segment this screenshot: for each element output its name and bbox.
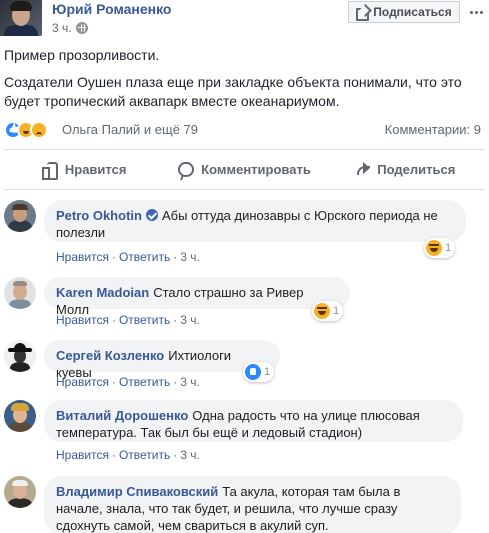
post-time[interactable]: 3 ч. (52, 21, 72, 35)
commenter-avatar[interactable] (4, 200, 36, 232)
comment-actions: Нравится · Ответить · 3 ч. (56, 250, 200, 264)
comment-actions: Нравится · Ответить · 3 ч. (56, 313, 200, 327)
reaction-icons[interactable] (4, 121, 48, 139)
comment-bubble: Владимир Спиваковский Та акула, которая т… (44, 476, 461, 533)
commenter-avatar[interactable] (4, 400, 36, 432)
comment-time[interactable]: 3 ч. (180, 375, 200, 389)
comment-author[interactable]: Виталий Дорошенко (56, 408, 188, 423)
share-icon (354, 162, 371, 176)
commenter-avatar[interactable] (4, 476, 36, 508)
thumbs-up-icon (41, 161, 58, 180)
comment-author[interactable]: Karen Madoian (56, 285, 149, 300)
subscribe-button[interactable]: Подписаться (348, 1, 460, 23)
reaction-count: 1 (445, 242, 452, 254)
reaction-count: 1 (333, 305, 340, 317)
globe-icon (75, 22, 88, 34)
comment-bubble: Petro Okhotin Абы оттуда динозавры с Юрск… (44, 200, 466, 242)
comment-reply-link[interactable]: Ответить (119, 448, 170, 462)
like-button[interactable]: Нравится (4, 152, 164, 186)
more-options-icon[interactable] (467, 4, 485, 20)
post-text: Пример прозорливости. Создатели Оушен пл… (4, 46, 484, 119)
comment-count[interactable]: Комментарии: 9 (385, 122, 481, 137)
post-text-line-2: Создатели Оушен плаза еще при закладке о… (4, 74, 462, 109)
comment-author[interactable]: Petro Okhotin (56, 208, 142, 223)
comment-like-link[interactable]: Нравится (56, 313, 109, 327)
commenter-avatar[interactable] (4, 340, 36, 372)
reactions-summary: Ольга Палий и ещё 79 Комментарии: 9 (4, 121, 485, 139)
comment-actions: Нравится · Ответить · 3 ч. (56, 375, 200, 389)
comment-icon (178, 161, 195, 177)
subscribe-icon (356, 7, 370, 21)
comment-time[interactable]: 3 ч. (180, 250, 200, 264)
sad-reaction-icon (30, 121, 48, 139)
comment-reply-link[interactable]: Ответить (119, 313, 170, 327)
like-reaction-icon (245, 364, 261, 380)
share-label: Поделиться (377, 161, 456, 177)
subscribe-label: Подписаться (373, 5, 452, 19)
author-avatar[interactable] (0, 0, 42, 36)
author-name[interactable]: Юрий Романенко (52, 1, 171, 17)
comment-reactions[interactable]: 1 (312, 301, 344, 321)
comment-label: Комментировать (201, 161, 311, 177)
post-text-line-1: Пример прозорливости. (4, 47, 160, 63)
divider (4, 149, 485, 150)
comment-like-link[interactable]: Нравится (56, 250, 109, 264)
comment-reply-link[interactable]: Ответить (119, 250, 170, 264)
comment-author[interactable]: Владимир Спиваковский (56, 484, 218, 499)
comment-reactions[interactable]: 1 (424, 238, 456, 258)
reaction-names[interactable]: Ольга Палий и ещё 79 (62, 122, 198, 137)
comment-actions: Нравится · Ответить · 3 ч. (56, 448, 200, 462)
post-meta: 3 ч. (52, 21, 88, 35)
comment-reply-link[interactable]: Ответить (119, 375, 170, 389)
commenter-avatar[interactable] (4, 277, 36, 309)
haha-reaction-icon (314, 303, 330, 319)
share-button[interactable]: Поделиться (325, 152, 485, 186)
comment-time[interactable]: 3 ч. (180, 448, 200, 462)
comment-time[interactable]: 3 ч. (180, 313, 200, 327)
comment-bubble: Виталий Дорошенко Одна радость что на ули… (44, 400, 463, 442)
comment-author[interactable]: Сергей Козленко (56, 348, 164, 363)
post-action-row: Нравится Комментировать Поделиться (4, 152, 485, 186)
post-header: Юрий Романенко 3 ч. Подписаться (0, 0, 489, 36)
divider (4, 189, 485, 190)
comment-button[interactable]: Комментировать (164, 152, 324, 186)
comment-reactions[interactable]: 1 (243, 362, 275, 382)
haha-reaction-icon (426, 240, 442, 256)
reaction-count: 1 (264, 366, 271, 378)
verified-badge-icon (145, 209, 158, 221)
like-label: Нравится (64, 161, 127, 177)
comment-bubble: Karen Madoian Стало страшно за Ривер Молл (44, 277, 350, 317)
comment-like-link[interactable]: Нравится (56, 448, 109, 462)
comment-like-link[interactable]: Нравится (56, 375, 109, 389)
